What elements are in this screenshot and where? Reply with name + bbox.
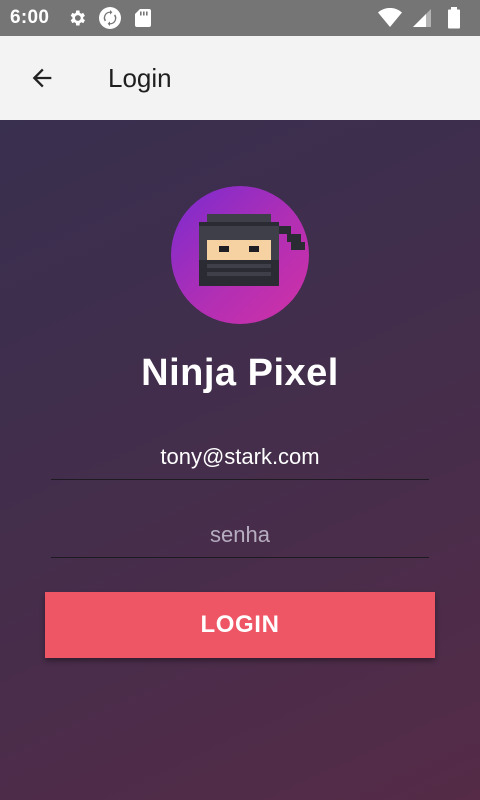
arrow-back-icon xyxy=(32,68,52,88)
cell-signal-icon xyxy=(410,6,434,30)
password-placeholder: senha xyxy=(210,521,270,547)
sd-card-icon xyxy=(131,6,155,30)
app-bar: Login xyxy=(0,36,480,120)
login-button[interactable]: LOGIN xyxy=(45,592,435,658)
email-value: tony@stark.com xyxy=(160,443,320,469)
status-bar: 6:00 xyxy=(0,0,480,36)
status-time: 6:00 xyxy=(10,7,50,28)
page-title: Login xyxy=(108,62,172,93)
sync-icon xyxy=(98,6,122,30)
login-screen: Ninja Pixel tony@stark.com senha LOGIN xyxy=(0,120,480,800)
app-brand-title: Ninja Pixel xyxy=(141,352,339,394)
status-right-group xyxy=(374,6,470,30)
battery-icon xyxy=(442,6,466,30)
gear-icon xyxy=(65,6,89,30)
email-field[interactable]: tony@stark.com xyxy=(51,434,429,480)
ninja-avatar xyxy=(171,186,309,324)
password-field[interactable]: senha xyxy=(51,512,429,558)
back-button[interactable] xyxy=(14,50,70,106)
wifi-icon xyxy=(378,6,402,30)
